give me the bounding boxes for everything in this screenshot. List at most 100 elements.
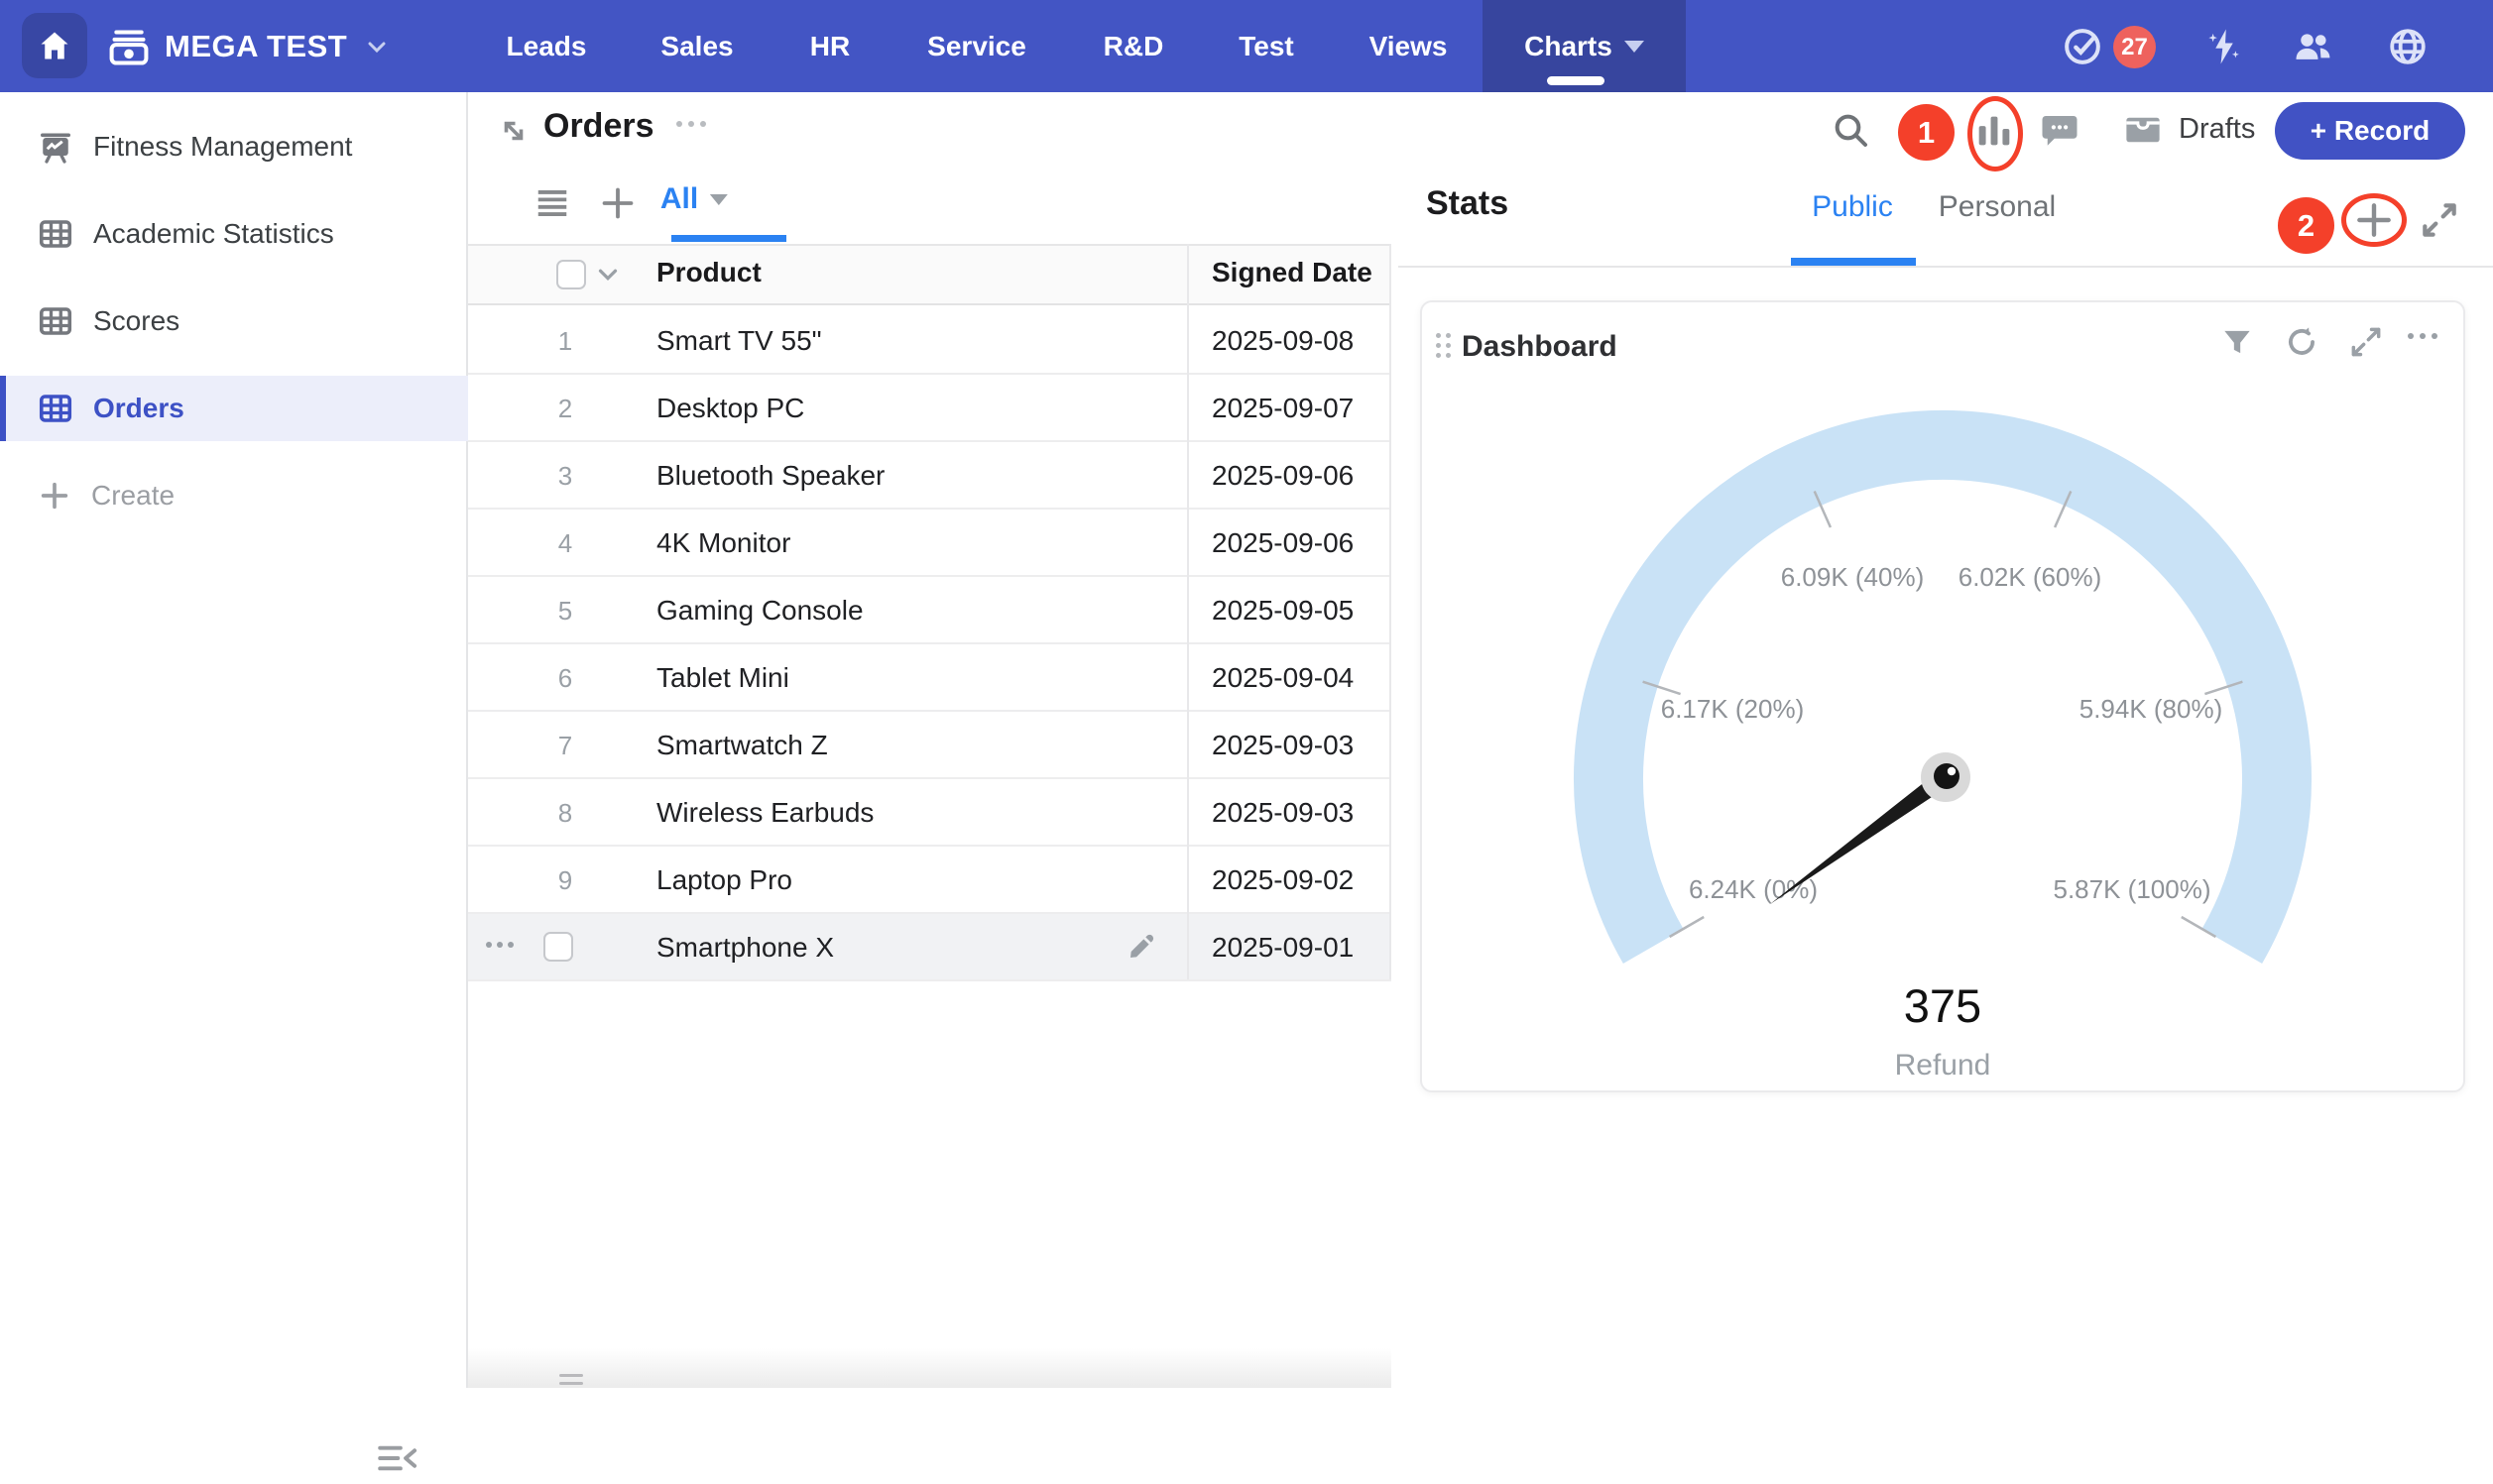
table-row[interactable]: 7 Smartwatch Z 2025-09-03 [468,712,1391,779]
sidebar-item-label: Orders [93,393,184,424]
comment-icon [2039,109,2080,151]
sidebar-create-button[interactable]: Create [0,463,468,528]
gauge-pivot-inner [1934,763,1959,789]
notification-badge[interactable]: 27 [2113,26,2156,68]
sidebar-item-orders[interactable]: Orders [0,376,468,441]
cell-signed-date[interactable]: 2025-09-03 [1212,730,1354,761]
view-tab-underline [671,235,786,242]
row-number: 4 [537,528,593,559]
grid-footer [468,1348,1391,1388]
tab-personal[interactable]: Personal [1939,190,2056,224]
cell-product[interactable]: Tablet Mini [656,662,789,694]
cell-signed-date[interactable]: 2025-09-01 [1212,932,1354,964]
cell-product[interactable]: Smartphone X [656,932,834,964]
tab-public[interactable]: Public [1812,190,1893,224]
workspace-name: MEGA TEST [165,29,347,64]
search-icon [1831,110,1870,150]
cell-signed-date[interactable]: 2025-09-06 [1212,460,1354,492]
home-icon [37,28,72,63]
comments-button[interactable] [2039,109,2080,151]
table-row[interactable]: 3 Bluetooth Speaker 2025-09-06 [468,442,1391,510]
nav-item-hr[interactable]: HR [810,0,850,92]
view-tab-all[interactable]: All [660,182,728,216]
row-number: 9 [537,865,593,896]
cell-product[interactable]: Smartwatch Z [656,730,828,761]
cell-product[interactable]: Gaming Console [656,595,864,627]
caret-down-icon [1624,41,1644,53]
automation-button[interactable] [2203,0,2245,92]
sidebar-item-academic-statistics[interactable]: Academic Statistics [0,201,468,267]
annotation-step-1: 1 [1898,104,1955,161]
search-button[interactable] [1831,110,1870,150]
row-number: 3 [537,461,593,492]
nav-item-leads[interactable]: Leads [507,0,587,92]
row-number: 8 [537,798,593,829]
drafts-label[interactable]: Drafts [2179,113,2255,146]
table-more-button[interactable] [676,121,706,127]
add-view-button[interactable] [599,184,637,222]
nav-item-rnd[interactable]: R&D [1104,0,1164,92]
cell-signed-date[interactable]: 2025-09-02 [1212,864,1354,896]
gauge-label-80: 5.94K (80%) [2079,694,2223,724]
sidebar-item-fitness-management[interactable]: Fitness Management [0,114,468,179]
stats-header-divider [1398,266,2493,268]
chevron-down-icon [365,35,389,58]
nav-item-test[interactable]: Test [1239,0,1294,92]
cell-signed-date[interactable]: 2025-09-03 [1212,797,1354,829]
header-chevron-button[interactable] [593,260,623,289]
collapse-sidebar-button[interactable] [369,1432,424,1484]
members-button[interactable] [2291,0,2334,92]
drafts-button[interactable] [2122,109,2164,151]
table-row[interactable]: 1 Smart TV 55" 2025-09-08 [468,307,1391,375]
cell-product[interactable]: 4K Monitor [656,527,790,559]
row-checkbox[interactable] [543,932,573,962]
row-number: 6 [537,663,593,694]
table-row[interactable]: 4 4K Monitor 2025-09-06 [468,510,1391,577]
column-header-signed-date[interactable]: Signed Date [1212,257,1372,288]
sidebar: Fitness Management Academic Statistics S… [0,92,468,1388]
edit-pencil-icon[interactable] [1125,932,1156,969]
cell-product[interactable]: Laptop Pro [656,864,792,896]
table-row[interactable]: 2 Desktop PC 2025-09-07 [468,375,1391,442]
table-icon [38,216,73,252]
cell-signed-date[interactable]: 2025-09-04 [1212,662,1354,694]
row-menu-icon[interactable] [486,942,514,948]
gauge-axis-labels: 6.24K (0%) 6.17K (20%) 6.09K (40%) 6.02K… [1661,562,2223,904]
language-button[interactable] [2387,0,2429,92]
nav-item-sales[interactable]: Sales [660,0,733,92]
add-record-button[interactable]: + Record [2275,102,2465,160]
cell-product[interactable]: Wireless Earbuds [656,797,874,829]
cell-signed-date[interactable]: 2025-09-06 [1212,527,1354,559]
workspace-switcher[interactable]: MEGA TEST [107,0,389,92]
nav-item-service[interactable]: Service [927,0,1026,92]
select-all-checkbox[interactable] [556,260,586,289]
table-row[interactable]: 10 Smartphone X 2025-09-01 [468,914,1391,981]
table-row[interactable]: 6 Tablet Mini 2025-09-04 [468,644,1391,712]
diagonal-resize-icon [496,113,532,149]
top-navigation-bar: MEGA TEST Leads Sales HR Service R&D Tes… [0,0,2493,92]
home-button[interactable] [22,13,87,78]
nav-item-charts-label: Charts [1524,31,1612,62]
nav-item-views[interactable]: Views [1369,0,1448,92]
expand-table-button[interactable] [496,113,532,149]
cell-product[interactable]: Desktop PC [656,393,804,424]
cell-product[interactable]: Smart TV 55" [656,325,822,357]
cell-product[interactable]: Bluetooth Speaker [656,460,885,492]
cell-signed-date[interactable]: 2025-09-05 [1212,595,1354,627]
cell-signed-date[interactable]: 2025-09-07 [1212,393,1354,424]
gauge-needle [1770,772,1948,904]
sidebar-item-scores[interactable]: Scores [0,288,468,354]
sidebar-item-label: Fitness Management [93,131,352,163]
row-number: 2 [537,394,593,424]
gauge-pivot-dot [1948,767,1956,775]
column-header-product[interactable]: Product [656,257,762,288]
table-row[interactable]: 8 Wireless Earbuds 2025-09-03 [468,779,1391,847]
table-row[interactable]: 5 Gaming Console 2025-09-05 [468,577,1391,644]
table-row[interactable]: 9 Laptop Pro 2025-09-02 [468,847,1391,914]
view-list-button[interactable] [534,184,571,222]
cell-signed-date[interactable]: 2025-09-08 [1212,325,1354,357]
tasks-check-button[interactable] [2063,0,2102,92]
expand-stats-button[interactable] [2418,198,2461,242]
gauge-label-100: 5.87K (100%) [2054,874,2211,904]
plus-icon [599,184,637,222]
